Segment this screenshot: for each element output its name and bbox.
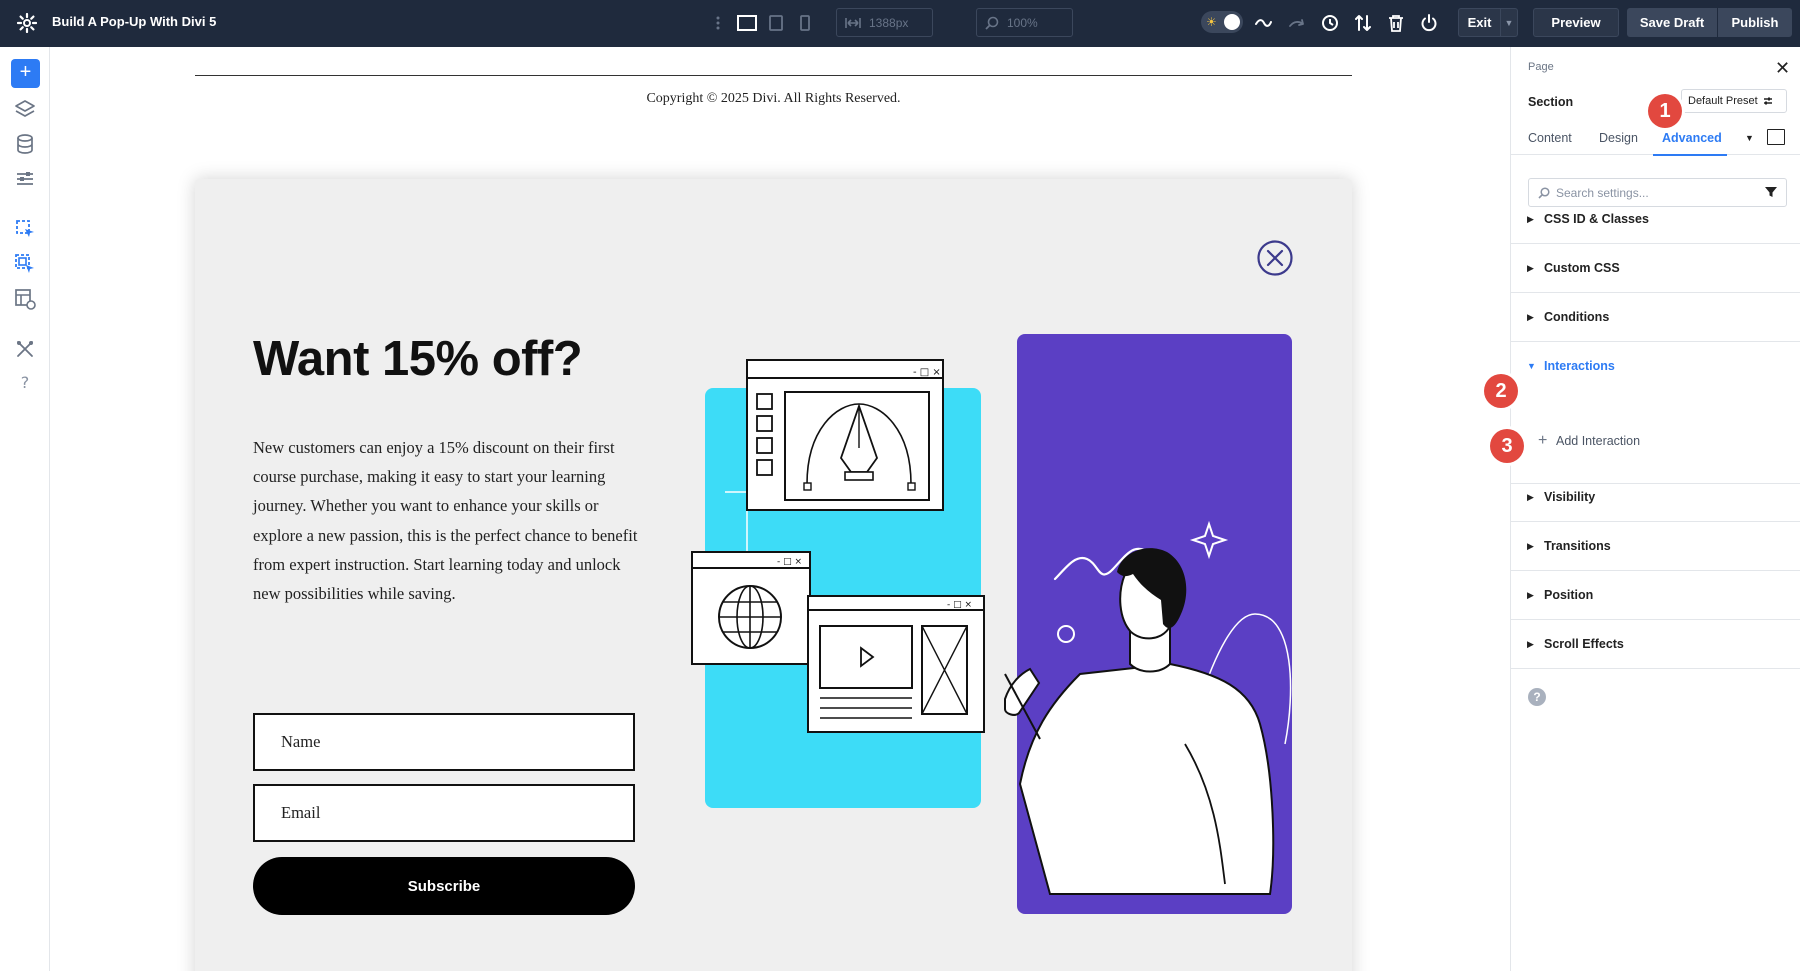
- popup-section[interactable]: Want 15% off? New customers can enjoy a …: [195, 179, 1352, 971]
- footer-divider: [195, 75, 1352, 76]
- group-label: Conditions: [1544, 310, 1610, 324]
- zoom-field[interactable]: 100%: [976, 8, 1073, 37]
- step-badge-1: 1: [1648, 94, 1682, 128]
- svg-text:- □ ×: - □ ×: [777, 557, 802, 567]
- undo-icon[interactable]: [1251, 11, 1275, 35]
- tablet-view-icon[interactable]: [764, 11, 788, 35]
- canvas-width-field[interactable]: 1388px: [836, 8, 933, 37]
- zoom-icon: [985, 16, 999, 30]
- caret-right-icon: ▶: [1527, 492, 1534, 502]
- more-vertical-icon[interactable]: [706, 11, 730, 35]
- caret-right-icon: ▶: [1527, 214, 1534, 224]
- preview-button[interactable]: Preview: [1533, 8, 1619, 37]
- step-badge-2: 2: [1484, 374, 1518, 408]
- close-icon[interactable]: [1256, 239, 1294, 277]
- group-interactions[interactable]: ▼ Interactions: [1511, 342, 1800, 391]
- gear-icon[interactable]: [17, 13, 37, 33]
- pen-window-graphic: - □ ×: [746, 359, 944, 511]
- subscribe-button[interactable]: Subscribe: [253, 857, 635, 915]
- redo-icon[interactable]: [1285, 11, 1309, 35]
- group-visibility[interactable]: ▶ Visibility: [1511, 473, 1800, 522]
- history-icon[interactable]: [1318, 11, 1342, 35]
- layers-icon[interactable]: [13, 97, 37, 121]
- group-scroll-effects[interactable]: ▶ Scroll Effects: [1511, 620, 1800, 669]
- help-question-icon[interactable]: ?: [13, 370, 37, 394]
- sun-icon: ☀: [1206, 15, 1217, 29]
- multi-select-icon[interactable]: [13, 252, 37, 276]
- globe-window-graphic: - □ ×: [691, 551, 811, 665]
- breadcrumb[interactable]: Page: [1528, 61, 1554, 73]
- settings-panel: Page ✕ Section Default Preset Content De…: [1510, 47, 1800, 971]
- builder-canvas: Copyright © 2025 Divi. All Rights Reserv…: [50, 47, 1510, 971]
- page-title: Build A Pop-Up With Divi 5: [52, 14, 217, 29]
- svg-text:- □ ×: - □ ×: [913, 367, 941, 378]
- desktop-view-icon[interactable]: [735, 11, 759, 35]
- popup-headline: Want 15% off?: [253, 332, 583, 386]
- caret-right-icon: ▶: [1527, 541, 1534, 551]
- close-panel-icon[interactable]: ✕: [1775, 58, 1790, 79]
- group-label: Custom CSS: [1544, 261, 1620, 275]
- tab-advanced[interactable]: Advanced: [1662, 131, 1722, 145]
- canvas-width-value: 1388px: [869, 15, 909, 30]
- active-tab-indicator: [1653, 154, 1727, 156]
- plus-icon: +: [1538, 432, 1548, 449]
- svg-text:- □ ×: - □ ×: [947, 600, 972, 610]
- svg-text:?: ?: [21, 373, 30, 392]
- group-label: Transitions: [1544, 539, 1611, 553]
- caret-down-icon: ▼: [1527, 361, 1536, 371]
- chevron-down-icon[interactable]: ▼: [1745, 133, 1754, 143]
- sort-arrows-icon[interactable]: [1351, 11, 1375, 35]
- tab-design[interactable]: Design: [1599, 131, 1638, 145]
- page-settings-icon[interactable]: [13, 287, 37, 311]
- exit-dropdown-button[interactable]: ▼: [1500, 8, 1518, 37]
- module-type-label: Section: [1528, 95, 1574, 109]
- copyright-text: Copyright © 2025 Divi. All Rights Reserv…: [646, 91, 901, 106]
- add-module-button[interactable]: +: [11, 59, 40, 88]
- caret-right-icon: ▶: [1527, 590, 1534, 600]
- select-cursor-icon[interactable]: [13, 217, 37, 241]
- group-transitions[interactable]: ▶ Transitions: [1511, 522, 1800, 571]
- group-conditions[interactable]: ▶ Conditions: [1511, 293, 1800, 342]
- toggle-knob: [1224, 14, 1240, 30]
- save-draft-button[interactable]: Save Draft: [1627, 8, 1717, 37]
- exit-button[interactable]: Exit: [1458, 8, 1500, 37]
- publish-button[interactable]: Publish: [1718, 8, 1792, 37]
- power-icon[interactable]: [1417, 11, 1441, 35]
- caret-right-icon: ▶: [1527, 312, 1534, 322]
- step-badge-3: 3: [1490, 429, 1524, 463]
- window-mode-icon[interactable]: [1767, 129, 1785, 145]
- preset-selector[interactable]: Default Preset: [1681, 89, 1787, 113]
- popup-body-text: New customers can enjoy a 15% discount o…: [253, 438, 638, 604]
- group-label: Visibility: [1544, 490, 1596, 504]
- group-label: Position: [1544, 588, 1594, 602]
- preset-sliders-icon: [1763, 97, 1772, 105]
- sliders-icon[interactable]: [13, 167, 37, 191]
- phone-view-icon[interactable]: [793, 11, 817, 35]
- trash-icon[interactable]: [1384, 11, 1408, 35]
- video-window-graphic: - □ ×: [807, 595, 985, 733]
- tools-icon[interactable]: [13, 337, 37, 361]
- left-toolbar: + ?: [0, 47, 50, 971]
- group-position[interactable]: ▶ Position: [1511, 571, 1800, 620]
- group-custom-css[interactable]: ▶ Custom CSS: [1511, 244, 1800, 293]
- zoom-value: 100%: [1007, 15, 1038, 30]
- width-icon: [845, 17, 861, 28]
- group-label: Interactions: [1544, 359, 1615, 373]
- help-icon[interactable]: ?: [1528, 688, 1546, 706]
- popup-illustration: - □ × - □ × - □ ×: [691, 334, 1292, 914]
- top-toolbar: Build A Pop-Up With Divi 5 1388px 100% ☀: [0, 0, 1800, 47]
- preset-label: Default Preset: [1688, 95, 1758, 107]
- group-label: Scroll Effects: [1544, 637, 1624, 651]
- group-label: CSS ID & Classes: [1544, 212, 1649, 226]
- add-interaction-button[interactable]: Add Interaction: [1556, 434, 1640, 448]
- group-css-id-classes[interactable]: ▶ CSS ID & Classes: [1511, 195, 1800, 244]
- caret-right-icon: ▶: [1527, 263, 1534, 273]
- light-dark-toggle[interactable]: ☀: [1201, 11, 1243, 33]
- tab-content[interactable]: Content: [1528, 131, 1572, 145]
- name-field[interactable]: Name: [253, 713, 635, 771]
- caret-right-icon: ▶: [1527, 639, 1534, 649]
- email-field[interactable]: Email: [253, 784, 635, 842]
- database-icon[interactable]: [13, 132, 37, 156]
